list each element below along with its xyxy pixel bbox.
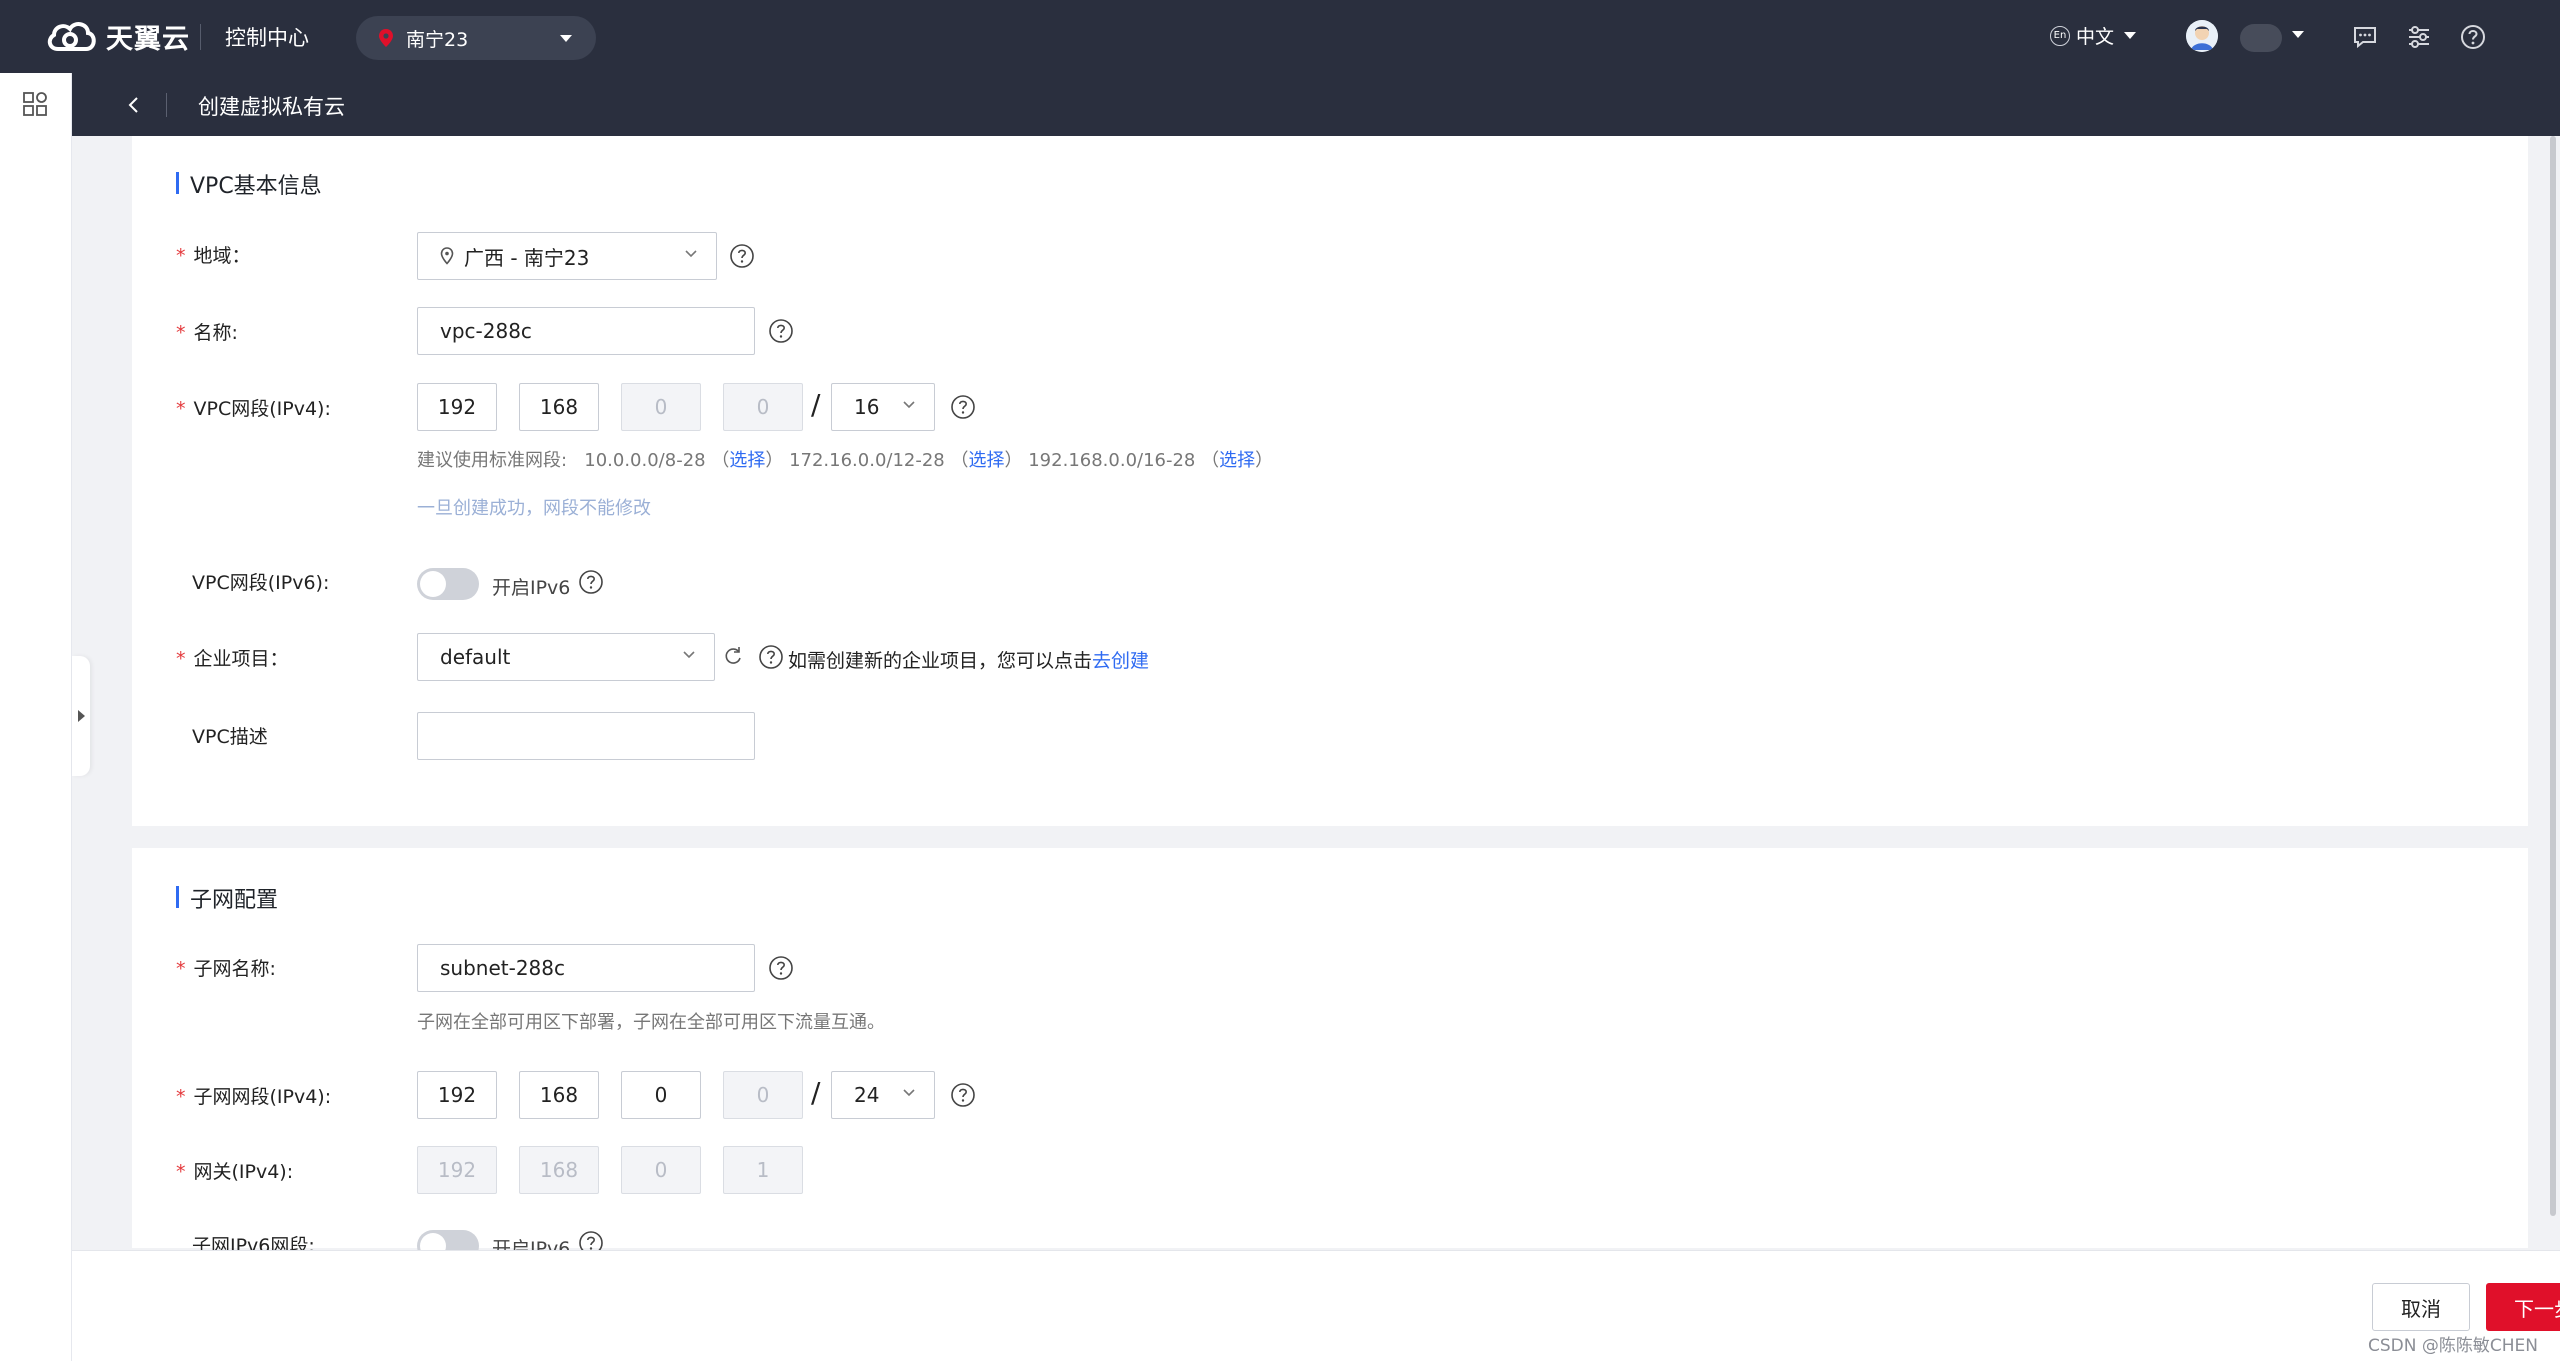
gateway-octet-2: 168	[519, 1146, 599, 1194]
location-pin-icon	[440, 247, 454, 265]
cidr-octet-4-input: 0	[723, 383, 803, 431]
subnet-name-hint: 子网在全部可用区下部署，子网在全部可用区下流量互通。	[417, 1012, 885, 1033]
subnet-octet-3-input[interactable]: 0	[621, 1071, 701, 1119]
logo[interactable]: 天翼云	[44, 14, 190, 58]
language-globe-icon: En	[2050, 25, 2070, 46]
select-192-link[interactable]: 选择	[1219, 450, 1255, 471]
subnet-mask-select[interactable]: 24	[831, 1071, 935, 1119]
vpc-basic-info-card: VPC基本信息 * 地域： 广西 - 南宁23 * 名称: vpc-288c * VP…	[132, 136, 2528, 826]
cidr-no-modify-hint: 一旦创建成功，网段不能修改	[417, 498, 651, 519]
cidr-octet-1-input[interactable]: 192	[417, 383, 497, 431]
help-circle-icon[interactable]	[729, 243, 755, 269]
vpc-desc-field-label: VPC描述	[192, 726, 268, 748]
cidr-octet-2-input[interactable]: 168	[519, 383, 599, 431]
message-icon[interactable]	[2350, 22, 2380, 52]
help-circle-icon[interactable]	[578, 569, 604, 595]
chevron-down-icon	[683, 651, 695, 659]
subnet-cidr-field-label: * 子网网段(IPv4):	[176, 1086, 332, 1108]
back-arrow-icon[interactable]	[122, 93, 146, 117]
page-scrollbar[interactable]	[2550, 136, 2556, 1216]
chevron-down-icon	[903, 401, 915, 409]
vpc-name-field-label: * 名称:	[176, 322, 238, 344]
help-circle-icon[interactable]	[950, 1082, 976, 1108]
cloud-logo-icon	[47, 22, 96, 51]
subnet-section-title: 子网配置	[176, 882, 278, 914]
chevron-right-icon	[78, 710, 85, 722]
settings-sliders-icon[interactable]	[2404, 22, 2434, 52]
sidebar-expand-tab[interactable]	[72, 656, 90, 776]
help-circle-icon[interactable]	[768, 955, 794, 981]
vpc-name-input[interactable]: vpc-288c	[417, 307, 755, 355]
cidr-octet-3-input: 0	[621, 383, 701, 431]
gateway-field-label: * 网关(IPv4):	[176, 1161, 294, 1183]
console-title[interactable]: 控制中心	[225, 22, 309, 52]
refresh-icon[interactable]	[722, 645, 744, 667]
user-avatar-icon	[2186, 20, 2218, 52]
watermark: CSDN @陈陈敏CHEN	[2368, 1336, 2538, 1356]
page-header: 创建虚拟私有云	[72, 73, 2560, 136]
top-navigation-bar: 天翼云 控制中心 南宁23 En 中文	[0, 0, 2560, 73]
subnet-octet-4-input: 0	[723, 1071, 803, 1119]
cidr-mask-select[interactable]: 16	[831, 383, 935, 431]
gateway-octet-1: 192	[417, 1146, 497, 1194]
cidr-suggestion-hint: 建议使用标准网段: 10.0.0.0/8-28 （选择） 172.16.0.0/…	[417, 450, 1274, 471]
page-title: 创建虚拟私有云	[198, 95, 345, 119]
vpc-cidr-field-label: * VPC网段(IPv4):	[176, 398, 331, 420]
help-icon[interactable]	[2458, 22, 2488, 52]
username-pill[interactable]	[2240, 24, 2282, 52]
select-10-link[interactable]: 选择	[729, 450, 765, 471]
project-create-note: 如需创建新的企业项目，您可以点击去创建	[788, 650, 1150, 672]
topbar-divider	[200, 24, 201, 50]
chevron-down-icon[interactable]	[2292, 31, 2304, 38]
subnet-octet-1-input[interactable]: 192	[417, 1071, 497, 1119]
help-circle-icon[interactable]	[768, 318, 794, 344]
chevron-down-icon	[560, 35, 572, 42]
go-create-link[interactable]: 去创建	[1092, 650, 1149, 672]
region-select-value: 广西 - 南宁23	[464, 245, 590, 270]
avatar[interactable]	[2186, 20, 2218, 52]
vpc-section-title: VPC基本信息	[176, 168, 322, 200]
language-switcher[interactable]: En 中文	[2050, 22, 2137, 49]
left-rail	[0, 73, 72, 1361]
chevron-down-icon	[685, 250, 697, 258]
region-label: 南宁23	[406, 28, 469, 51]
location-pin-icon	[379, 29, 393, 47]
logo-text: 天翼云	[106, 23, 190, 55]
gateway-octet-3: 0	[621, 1146, 701, 1194]
header-divider	[166, 93, 167, 117]
chevron-down-icon	[903, 1089, 915, 1097]
cancel-button[interactable]: 取消	[2372, 1283, 2470, 1331]
project-field-label: * 企业项目：	[176, 648, 289, 670]
subnet-cidr-slash: /	[811, 1076, 821, 1109]
cidr-slash: /	[811, 388, 821, 421]
subnet-config-card: 子网配置 * 子网名称: subnet-288c 子网在全部可用区下部署，子网在全…	[132, 848, 2528, 1262]
vpc-desc-input[interactable]	[417, 712, 755, 760]
region-select[interactable]: 广西 - 南宁23	[417, 232, 717, 280]
subnet-name-field-label: * 子网名称:	[176, 958, 276, 980]
action-footer: 取消 下一步	[72, 1250, 2560, 1361]
subnet-octet-2-input[interactable]: 168	[519, 1071, 599, 1119]
chevron-down-icon	[2124, 32, 2137, 39]
subnet-name-input[interactable]: subnet-288c	[417, 944, 755, 992]
help-circle-icon[interactable]	[758, 644, 784, 670]
gateway-octet-4: 1	[723, 1146, 803, 1194]
vpc-name-value: vpc-288c	[440, 319, 532, 343]
help-circle-icon[interactable]	[950, 394, 976, 420]
region-field-label: * 地域：	[176, 245, 251, 267]
vpc-ipv6-field-label: VPC网段(IPv6):	[192, 572, 330, 594]
language-label: 中文	[2076, 26, 2115, 48]
region-selector[interactable]: 南宁23	[356, 16, 596, 60]
ipv6-toggle-label: 开启IPv6	[492, 577, 571, 599]
ipv6-toggle[interactable]	[417, 568, 479, 600]
next-step-button[interactable]: 下一步	[2486, 1283, 2560, 1331]
app-grid-icon[interactable]	[22, 91, 48, 117]
project-select[interactable]: default	[417, 633, 715, 681]
select-172-link[interactable]: 选择	[969, 450, 1005, 471]
